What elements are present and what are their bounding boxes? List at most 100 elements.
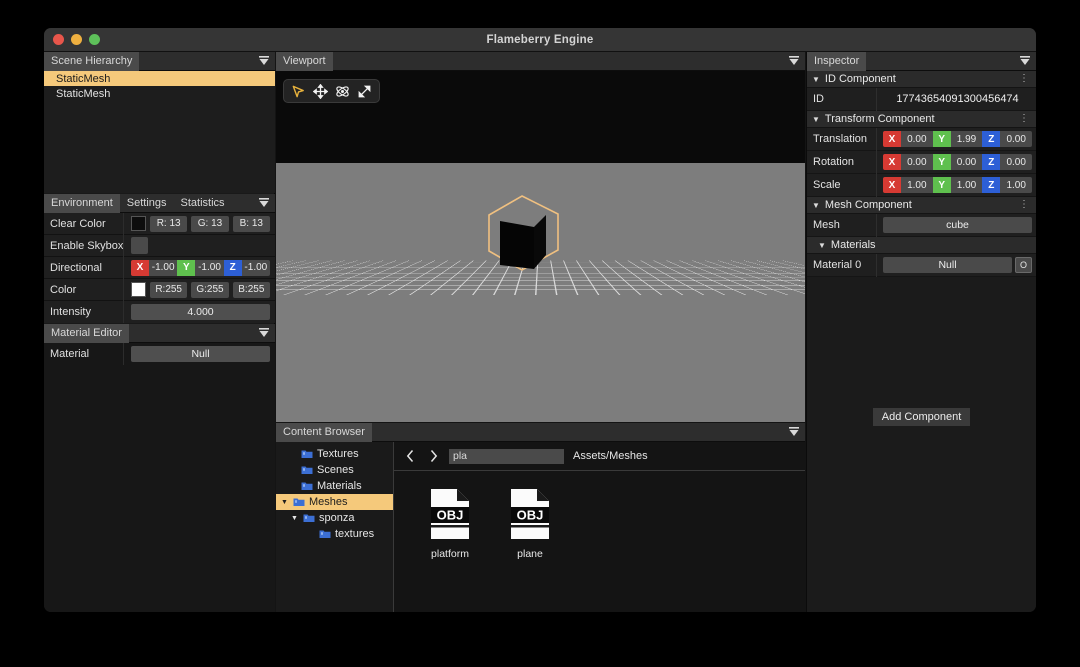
caret-icon[interactable]: ▼: [818, 241, 826, 250]
list-item[interactable]: StaticMesh: [44, 71, 275, 86]
property-row-directional: Directional X -1.00 Y -1.00 Z -1.00: [44, 256, 275, 279]
rotation-x-value[interactable]: 0.00: [901, 154, 933, 170]
scale-y-value[interactable]: 1.00: [950, 177, 983, 193]
directional-y-value[interactable]: -1.00: [195, 259, 224, 276]
property-row-rotation: Rotation X 0.00 Y 0.00 Z 0.00: [807, 150, 1036, 174]
clear-color-controls: R: 13 G: 13 B: 13: [124, 213, 275, 235]
directional-z-value[interactable]: -1.00: [241, 259, 270, 276]
rotate-tool[interactable]: [333, 82, 352, 101]
svg-text:OBJ: OBJ: [517, 508, 544, 523]
enable-skybox-checkbox[interactable]: [131, 237, 148, 254]
caret-icon[interactable]: ▼: [812, 115, 820, 124]
nav-back-button[interactable]: [403, 447, 417, 465]
select-cursor-tool[interactable]: [289, 82, 308, 101]
id-label: ID: [807, 87, 877, 111]
material-0-value[interactable]: Null: [883, 257, 1012, 273]
scale-controls: X 1.00 Y 1.00 Z 1.00: [877, 174, 1036, 197]
viewport-selected-cube[interactable]: [484, 193, 562, 273]
tab-settings-label: Settings: [126, 197, 167, 209]
tab-material-editor[interactable]: Material Editor: [44, 323, 129, 343]
folder-item-sponza[interactable]: ▼ sponza: [276, 510, 393, 526]
rotation-y-value[interactable]: 0.00: [950, 154, 983, 170]
scale-x-value[interactable]: 1.00: [901, 177, 933, 193]
light-color-b[interactable]: B:255: [232, 281, 270, 298]
clear-color-g[interactable]: G: 13: [191, 215, 229, 232]
add-component-button[interactable]: Add Component: [872, 408, 971, 426]
mesh-value[interactable]: cube: [883, 217, 1032, 233]
chevron-left-icon: [406, 450, 413, 462]
twisty[interactable]: ▼: [280, 499, 289, 506]
id-component-header[interactable]: ▼ ID Component ⋮: [807, 71, 1036, 88]
tab-viewport-label: Viewport: [283, 55, 326, 67]
clear-color-label: Clear Color: [44, 212, 124, 235]
tab-content-browser[interactable]: Content Browser: [276, 422, 372, 442]
collapse-chevron-icon[interactable]: [788, 55, 800, 68]
collapse-chevron-icon[interactable]: [1019, 55, 1031, 68]
viewport-3d-canvas[interactable]: [276, 71, 805, 422]
open-material-button[interactable]: O: [1015, 257, 1032, 273]
tab-scene-hierarchy-label: Scene Hierarchy: [51, 55, 133, 67]
scale-tool[interactable]: [355, 82, 374, 101]
axis-x-badge: X: [883, 131, 901, 147]
scale-z-value[interactable]: 1.00: [1000, 177, 1032, 193]
clear-color-b[interactable]: B: 13: [232, 215, 270, 232]
folder-item-textures[interactable]: Textures: [276, 446, 393, 462]
collapse-chevron-icon[interactable]: [258, 327, 270, 340]
kebab-menu-icon[interactable]: ⋮: [1019, 74, 1029, 84]
light-color-r[interactable]: R:255: [150, 281, 188, 298]
id-value-container: 17743654091300456474: [877, 88, 1036, 111]
caret-icon[interactable]: ▼: [812, 201, 820, 210]
rotation-z-value[interactable]: 0.00: [1000, 154, 1032, 170]
tab-scene-hierarchy[interactable]: Scene Hierarchy: [44, 51, 140, 71]
twisty[interactable]: ▼: [290, 515, 299, 522]
search-input[interactable]: [449, 448, 564, 464]
folder-item-scenes[interactable]: Scenes: [276, 462, 393, 478]
nav-forward-button[interactable]: [426, 447, 440, 465]
tab-statistics[interactable]: Statistics: [174, 194, 232, 213]
folder-item-meshes[interactable]: ▼ Meshes: [276, 494, 393, 510]
transform-component-header[interactable]: ▼ Transform Component ⋮: [807, 111, 1036, 128]
move-tool[interactable]: [311, 82, 330, 101]
content-browser-folder-tree[interactable]: Textures Scenes Materials ▼ Meshes ▼ spo…: [276, 442, 394, 612]
kebab-menu-icon[interactable]: ⋮: [1019, 114, 1029, 124]
asset-item[interactable]: OBJ platform: [421, 488, 479, 560]
axis-y-badge: Y: [932, 177, 951, 193]
collapse-chevron-icon[interactable]: [258, 55, 270, 68]
folder-item-textures-nested[interactable]: textures: [276, 526, 393, 542]
collapse-chevron-icon[interactable]: [788, 426, 800, 439]
caret-icon[interactable]: ▼: [812, 75, 820, 84]
directional-x-value[interactable]: -1.00: [149, 259, 178, 276]
material-value[interactable]: Null: [131, 346, 270, 362]
tab-environment[interactable]: Environment: [44, 193, 120, 213]
tab-settings[interactable]: Settings: [120, 194, 174, 213]
folder-label: Materials: [317, 480, 362, 492]
light-color-g[interactable]: G:255: [191, 281, 229, 298]
scene-entity-list[interactable]: StaticMesh StaticMesh: [44, 71, 275, 193]
material-0-controls: Null O: [877, 254, 1036, 277]
folder-icon: [301, 482, 313, 490]
collapse-chevron-icon[interactable]: [258, 197, 270, 210]
translation-y-value[interactable]: 1.99: [950, 131, 983, 147]
translation-x-value[interactable]: 0.00: [901, 131, 933, 147]
cursor-arrow-icon: [292, 85, 304, 97]
scene-hierarchy-header: Scene Hierarchy: [44, 51, 275, 71]
asset-item[interactable]: OBJ plane: [501, 488, 559, 560]
mesh-component-header[interactable]: ▼ Mesh Component ⋮: [807, 197, 1036, 214]
list-item[interactable]: StaticMesh: [44, 86, 275, 101]
tab-viewport[interactable]: Viewport: [276, 51, 333, 71]
tab-inspector[interactable]: Inspector: [807, 51, 867, 71]
clear-color-swatch[interactable]: [131, 216, 146, 231]
content-browser-main: Assets/Meshes OBJ: [394, 442, 805, 612]
materials-section-header[interactable]: ▼ Materials: [807, 237, 1036, 254]
translation-z-value[interactable]: 0.00: [1000, 131, 1032, 147]
tab-content-browser-label: Content Browser: [283, 426, 365, 438]
folder-item-materials[interactable]: Materials: [276, 478, 393, 494]
intensity-controls: 4.000: [124, 301, 275, 323]
environment-header: Environment Settings Statistics: [44, 193, 275, 213]
light-color-swatch[interactable]: [131, 282, 146, 297]
kebab-menu-icon[interactable]: ⋮: [1019, 200, 1029, 210]
folder-icon: [301, 450, 313, 458]
clear-color-r[interactable]: R: 13: [150, 215, 188, 232]
rotate-orbit-icon: [336, 85, 349, 97]
intensity-value[interactable]: 4.000: [131, 304, 270, 320]
